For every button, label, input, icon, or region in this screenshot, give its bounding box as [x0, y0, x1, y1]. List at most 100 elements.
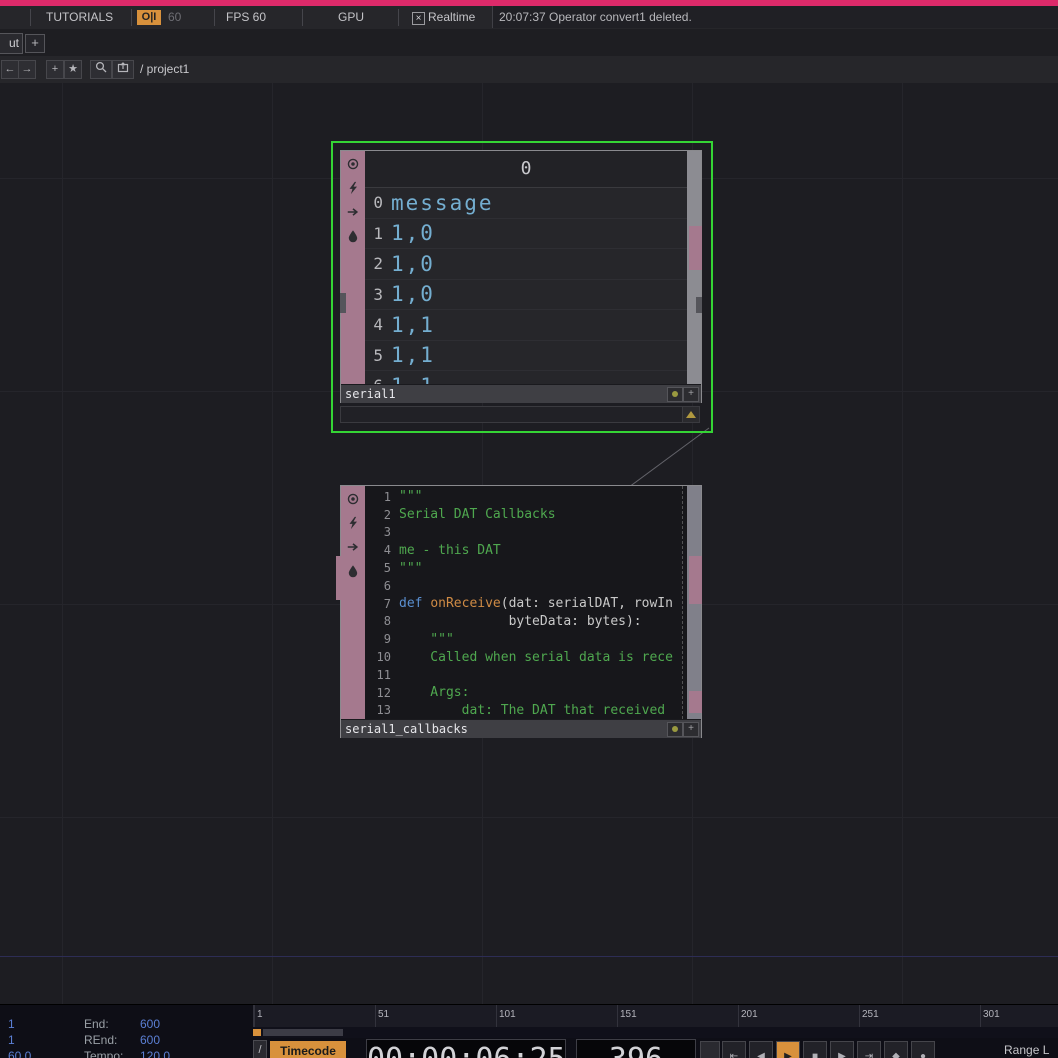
timeline-ruler[interactable]: 151101151201251301 — [253, 1005, 1058, 1028]
row-index: 1 — [365, 224, 383, 243]
node-name[interactable]: serial1_callbacks — [345, 722, 468, 736]
realtime-checkbox[interactable]: × — [412, 12, 425, 25]
timeline-scroll-handle[interactable] — [263, 1029, 343, 1036]
panel-separator — [0, 956, 1058, 957]
divider — [302, 9, 303, 26]
line-number: 13 — [365, 703, 399, 717]
code-segment: dat: The DAT that received — [399, 703, 665, 718]
viewer-flag-icon[interactable] — [343, 488, 363, 510]
timecode-mode-button[interactable]: / — [253, 1040, 267, 1058]
ruler-tick — [254, 1005, 255, 1027]
table-row[interactable]: 11,0 — [365, 219, 687, 250]
viewer-active-button[interactable] — [667, 722, 683, 737]
node-add-button[interactable]: + — [683, 387, 699, 402]
code-segment: """ — [399, 561, 422, 576]
arrow-up-icon — [686, 411, 696, 418]
dat-output-connector[interactable] — [689, 556, 702, 604]
table-row[interactable]: 61,1 — [365, 371, 687, 384]
parent-shortcut-button[interactable] — [112, 60, 134, 79]
gpu-indicator[interactable]: GPU — [338, 10, 364, 24]
rate-value[interactable]: 60.0 — [8, 1049, 31, 1058]
start-frame-value[interactable]: 1 — [8, 1017, 15, 1031]
search-button[interactable] — [90, 60, 112, 79]
ruler-tick-label: 201 — [741, 1009, 758, 1020]
timecode-label[interactable]: Timecode — [270, 1041, 346, 1058]
transport-loop-button[interactable]: ◆ — [884, 1041, 908, 1058]
line-number: 8 — [365, 614, 399, 628]
code-line: 12 Args: — [365, 684, 687, 702]
dat-output-connector[interactable] — [689, 226, 702, 270]
oi-fps-value: 60 — [168, 10, 181, 24]
range-end-value[interactable]: 600 — [140, 1033, 160, 1047]
expand-docked-button[interactable] — [682, 407, 699, 422]
cell-value: 1,1 — [391, 313, 435, 337]
breadcrumb[interactable]: / project1 — [140, 62, 189, 76]
dat-output-connector-small[interactable] — [696, 297, 702, 313]
bypass-flag-icon[interactable] — [343, 177, 363, 199]
code-segment: """ — [399, 632, 454, 647]
dat-table-viewer[interactable]: 0 0message11,021,031,041,151,161,1 — [365, 151, 687, 384]
transport-cue-button[interactable]: ● — [911, 1041, 935, 1058]
code-line: 10 Called when serial data is rece — [365, 648, 687, 666]
dat-output-connector-2[interactable] — [689, 691, 702, 713]
dat-text-viewer[interactable]: 1"""2Serial DAT Callbacks34me - this DAT… — [365, 486, 687, 719]
node-add-button[interactable]: + — [683, 722, 699, 737]
code-line: 13 dat: The DAT that received — [365, 702, 687, 719]
cook-flag-icon[interactable] — [343, 560, 363, 582]
code-segment: onReceive — [430, 596, 500, 611]
dock-flag-icon[interactable] — [343, 201, 363, 223]
table-column-header: 0 — [365, 151, 687, 188]
table-row[interactable]: 51,1 — [365, 341, 687, 372]
timeline-panel: 1 End: 600 1 REnd: 600 60.0 Tempo: 120.0… — [0, 1004, 1058, 1058]
tempo-value[interactable]: 120.0 — [140, 1049, 170, 1058]
end-frame-value[interactable]: 600 — [140, 1017, 160, 1031]
end-label: End: — [84, 1017, 109, 1031]
oi-toggle[interactable]: O|I — [137, 10, 161, 25]
code-line: 9 """ — [365, 630, 687, 648]
fps-indicator[interactable]: FPS 60 — [226, 10, 266, 24]
bypass-flag-icon[interactable] — [343, 512, 363, 534]
dat-input-connector[interactable] — [340, 293, 346, 313]
ruler-tick-label: 1 — [257, 1009, 263, 1020]
add-bookmark-button[interactable]: + — [46, 60, 64, 79]
cook-flag-icon[interactable] — [343, 225, 363, 247]
node-serial1[interactable]: 0 0message11,021,031,041,151,161,1 seria… — [340, 150, 702, 403]
forward-button[interactable]: → — [18, 60, 36, 79]
star-button[interactable]: ★ — [64, 60, 82, 79]
node-name[interactable]: serial1 — [345, 387, 396, 401]
node-serial1-callbacks[interactable]: 1"""2Serial DAT Callbacks34me - this DAT… — [340, 485, 702, 738]
tutorials-button[interactable]: TUTORIALS — [46, 10, 113, 24]
viewer-active-button[interactable] — [667, 387, 683, 402]
cell-value: 1,0 — [391, 252, 435, 276]
transport-play-forward-button[interactable]: ▶ — [830, 1041, 854, 1058]
table-row[interactable]: 31,0 — [365, 280, 687, 311]
transport-step-back-button[interactable]: ◀ — [749, 1041, 773, 1058]
cell-value: 1,1 — [391, 343, 435, 367]
code-line: 5""" — [365, 559, 687, 577]
code-line: 3 — [365, 524, 687, 542]
transport-aux-button[interactable] — [700, 1041, 720, 1058]
transport-play-button[interactable]: ▶ — [776, 1041, 800, 1058]
table-row[interactable]: 21,0 — [365, 249, 687, 280]
timeline-scrollbar[interactable] — [253, 1027, 1058, 1038]
cell-value: 1,0 — [391, 282, 435, 306]
node-name-bar: serial1_callbacks + — [341, 719, 701, 738]
table-row[interactable]: 0message — [365, 188, 687, 219]
range-start-value[interactable]: 1 — [8, 1033, 15, 1047]
add-pane-tab-button[interactable]: + — [25, 34, 45, 53]
transport-jump-end-button[interactable]: ⇥ — [857, 1041, 881, 1058]
back-button[interactable]: ← — [1, 60, 19, 79]
viewer-flag-icon[interactable] — [343, 153, 363, 175]
table-row[interactable]: 41,1 — [365, 310, 687, 341]
divider — [214, 9, 215, 26]
pane-tab[interactable]: ut — [0, 33, 23, 54]
ruler-tick — [617, 1005, 618, 1027]
transport-pause-button[interactable]: ■ — [803, 1041, 827, 1058]
dock-flag-icon[interactable] — [343, 536, 363, 558]
dat-input-connector[interactable] — [336, 556, 345, 600]
realtime-label[interactable]: Realtime — [428, 10, 475, 24]
transport-jump-start-button[interactable]: ⇤ — [722, 1041, 746, 1058]
code-line: 8 byteData: bytes): — [365, 613, 687, 631]
playhead-marker[interactable] — [253, 1029, 261, 1036]
cell-value: 1,0 — [391, 221, 435, 245]
